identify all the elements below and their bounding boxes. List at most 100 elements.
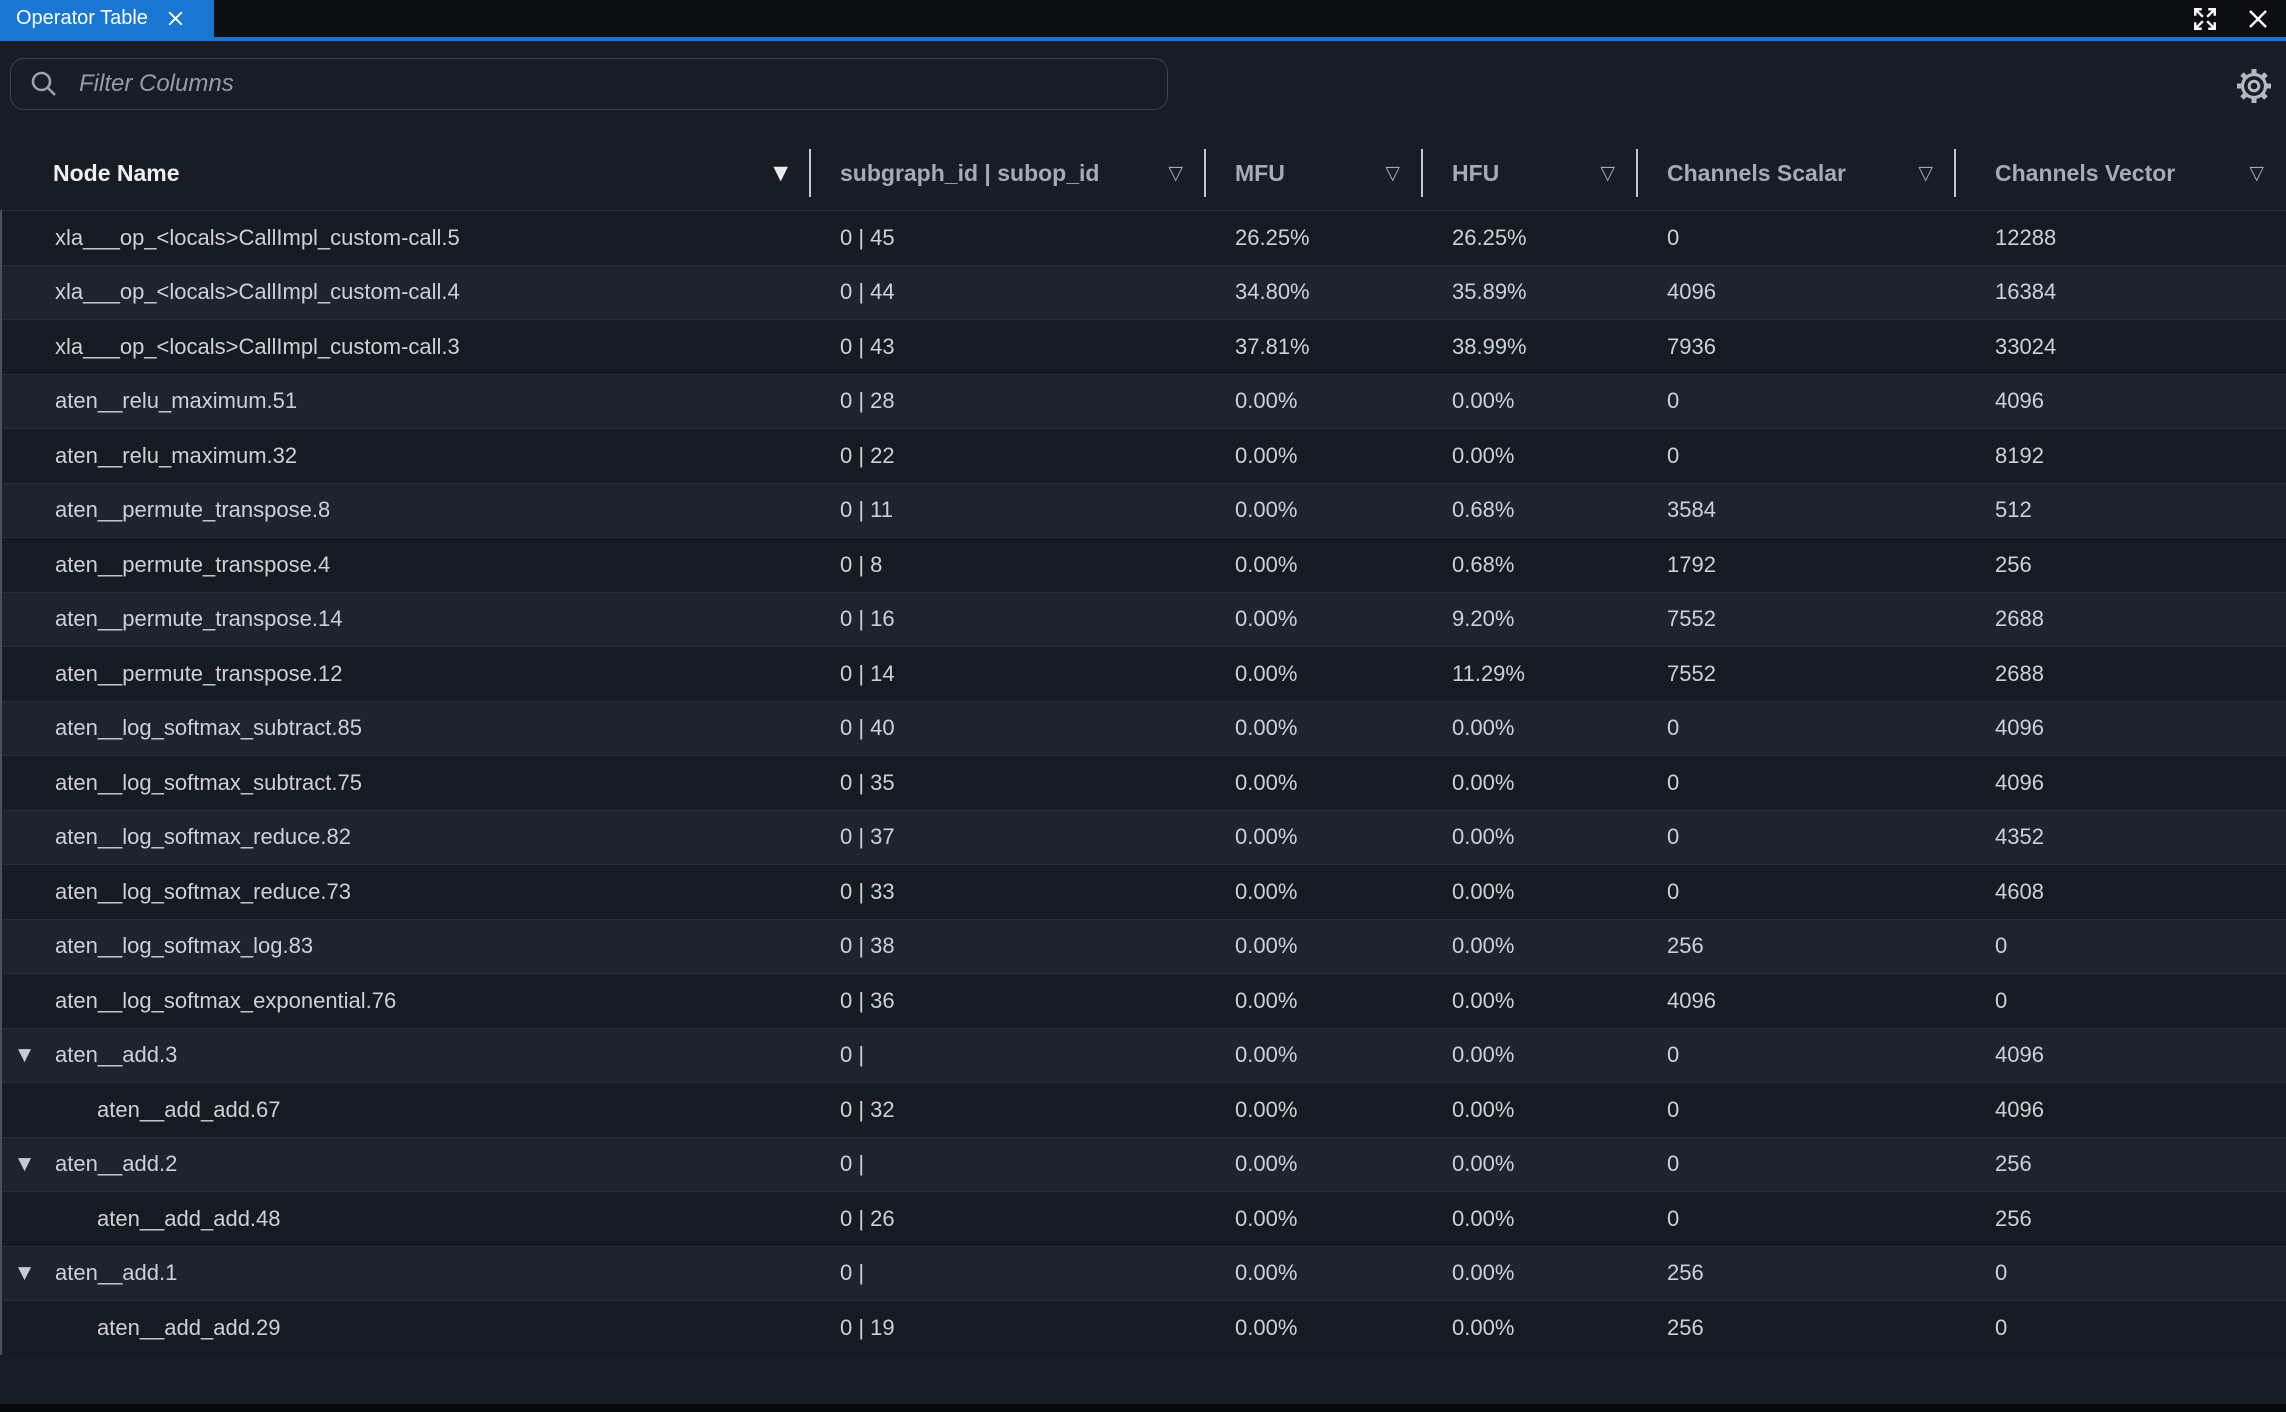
column-header-hfu[interactable]: HFU ▽ (1422, 136, 1637, 210)
table-row[interactable]: aten__log_softmax_subtract.850 | 400.00%… (2, 701, 2286, 756)
hfu-cell: 35.89% (1422, 279, 1637, 305)
node-name-cell: aten__add_add.29 (2, 1315, 810, 1341)
channels-scalar-cell: 7552 (1637, 606, 1955, 632)
table-row[interactable]: aten__relu_maximum.510 | 280.00%0.00%040… (2, 374, 2286, 429)
channels-vector-cell: 256 (1955, 552, 2286, 578)
tab-operator-table[interactable]: Operator Table (0, 0, 214, 37)
filter-columns-box (10, 58, 1168, 110)
node-name: aten__log_softmax_reduce.82 (55, 824, 810, 850)
table-row[interactable]: aten__permute_transpose.140 | 160.00%9.2… (2, 592, 2286, 647)
column-header-subgraph-subop[interactable]: subgraph_id | subop_id ▽ (810, 136, 1205, 210)
subgraph-subop-cell: 0 | 36 (810, 988, 1205, 1014)
channels-scalar-cell: 256 (1637, 933, 1955, 959)
mfu-cell: 0.00% (1205, 552, 1422, 578)
node-name-cell: aten__add.3 (2, 1042, 810, 1068)
sort-triangle-icon[interactable]: ▽ (1600, 162, 1615, 184)
column-header-channels-scalar[interactable]: Channels Scalar ▽ (1637, 136, 1955, 210)
table-row[interactable]: aten__add_add.670 | 320.00%0.00%04096 (2, 1082, 2286, 1137)
subgraph-subop-cell: 0 | (810, 1151, 1205, 1177)
hfu-cell: 0.00% (1422, 770, 1637, 796)
subgraph-subop-cell: 0 | 32 (810, 1097, 1205, 1123)
node-name: aten__relu_maximum.32 (55, 443, 810, 469)
channels-vector-cell: 0 (1955, 1315, 2286, 1341)
node-name: aten__permute_transpose.4 (55, 552, 810, 578)
column-header-channels-vector[interactable]: Channels Vector ▽ (1955, 136, 2286, 210)
column-header-node-name[interactable]: Node Name ▼ (0, 136, 810, 210)
channels-scalar-cell: 3584 (1637, 497, 1955, 523)
channels-vector-cell: 0 (1955, 933, 2286, 959)
tab-label: Operator Table (16, 7, 148, 30)
close-icon[interactable] (2246, 7, 2270, 31)
node-name-cell: aten__add.2 (2, 1151, 810, 1177)
channels-vector-cell: 4096 (1955, 770, 2286, 796)
hfu-cell: 0.00% (1422, 988, 1637, 1014)
table-row[interactable]: xla___op_<locals>CallImpl_custom-call.30… (2, 319, 2286, 374)
node-name: xla___op_<locals>CallImpl_custom-call.5 (55, 225, 810, 251)
column-header-mfu[interactable]: MFU ▽ (1205, 136, 1422, 210)
table-row[interactable]: aten__permute_transpose.80 | 110.00%0.68… (2, 483, 2286, 538)
table-row[interactable]: aten__log_softmax_reduce.820 | 370.00%0.… (2, 810, 2286, 865)
table-row[interactable]: ▼aten__add.20 |0.00%0.00%0256 (2, 1137, 2286, 1192)
sort-triangle-icon[interactable]: ▽ (1918, 162, 1933, 184)
mfu-cell: 0.00% (1205, 443, 1422, 469)
channels-vector-cell: 33024 (1955, 334, 2286, 360)
fullscreen-icon[interactable] (2192, 6, 2218, 32)
mfu-cell: 0.00% (1205, 715, 1422, 741)
node-name: aten__log_softmax_subtract.85 (55, 715, 810, 741)
table-row[interactable]: aten__add_add.480 | 260.00%0.00%0256 (2, 1191, 2286, 1246)
channels-vector-cell: 4352 (1955, 824, 2286, 850)
subgraph-subop-cell: 0 | 19 (810, 1315, 1205, 1341)
row-expander-icon[interactable]: ▼ (18, 1045, 31, 1065)
table-row[interactable]: xla___op_<locals>CallImpl_custom-call.40… (2, 265, 2286, 320)
subgraph-subop-cell: 0 | 26 (810, 1206, 1205, 1232)
channels-scalar-cell: 0 (1637, 225, 1955, 251)
channels-vector-cell: 0 (1955, 988, 2286, 1014)
column-divider (1421, 149, 1423, 197)
table-row[interactable]: aten__log_softmax_reduce.730 | 330.00%0.… (2, 864, 2286, 919)
sort-triangle-icon[interactable]: ▽ (2249, 162, 2264, 184)
table-row[interactable]: aten__permute_transpose.120 | 140.00%11.… (2, 646, 2286, 701)
node-name-cell: aten__log_softmax_log.83 (2, 933, 810, 959)
channels-vector-cell: 16384 (1955, 279, 2286, 305)
node-name-cell: aten__permute_transpose.4 (2, 552, 810, 578)
table-header: Node Name ▼ subgraph_id | subop_id ▽ MFU… (0, 136, 2286, 210)
node-name: xla___op_<locals>CallImpl_custom-call.4 (55, 279, 810, 305)
sort-triangle-icon[interactable]: ▽ (1385, 162, 1400, 184)
node-name-cell: aten__add.1 (2, 1260, 810, 1286)
tab-close-icon[interactable] (166, 9, 185, 28)
subgraph-subop-cell: 0 | 38 (810, 933, 1205, 959)
gear-icon (2234, 66, 2274, 106)
hfu-cell: 0.00% (1422, 824, 1637, 850)
table-row[interactable]: aten__log_softmax_log.830 | 380.00%0.00%… (2, 919, 2286, 974)
filter-columns-input[interactable] (77, 69, 1149, 99)
channels-scalar-cell: 0 (1637, 879, 1955, 905)
channels-scalar-cell: 0 (1637, 1097, 1955, 1123)
node-name-cell: aten__log_softmax_exponential.76 (2, 988, 810, 1014)
table-row[interactable]: xla___op_<locals>CallImpl_custom-call.5 0… (2, 210, 2286, 265)
sort-triangle-icon[interactable]: ▼ (773, 162, 788, 184)
table-row[interactable]: aten__add_add.290 | 190.00%0.00%2560 (2, 1300, 2286, 1355)
hfu-cell: 0.00% (1422, 1206, 1637, 1232)
hfu-cell: 11.29% (1422, 661, 1637, 687)
table-row[interactable]: aten__permute_transpose.40 | 80.00%0.68%… (2, 537, 2286, 592)
channels-scalar-cell: 256 (1637, 1260, 1955, 1286)
table-row[interactable]: ▼aten__add.30 |0.00%0.00%04096 (2, 1028, 2286, 1083)
mfu-cell: 37.81% (1205, 334, 1422, 360)
sort-triangle-icon[interactable]: ▽ (1168, 162, 1183, 184)
node-name-cell: aten__log_softmax_subtract.85 (2, 715, 810, 741)
settings-button[interactable] (2232, 64, 2276, 108)
table-row[interactable]: aten__log_softmax_exponential.760 | 36 0.… (2, 973, 2286, 1028)
table-row[interactable]: aten__log_softmax_subtract.750 | 350.00%… (2, 755, 2286, 810)
column-divider (1636, 149, 1638, 197)
node-name: aten__add.1 (55, 1260, 810, 1286)
row-expander-icon[interactable]: ▼ (18, 1263, 31, 1283)
table-row[interactable]: ▼aten__add.10 |0.00%0.00%2560 (2, 1246, 2286, 1301)
column-divider (809, 149, 811, 197)
channels-vector-cell: 4096 (1955, 1097, 2286, 1123)
table-row[interactable]: aten__relu_maximum.320 | 220.00%0.00%081… (2, 428, 2286, 483)
subgraph-subop-cell: 0 | (810, 1260, 1205, 1286)
hfu-cell: 0.00% (1422, 1042, 1637, 1068)
node-name: aten__log_softmax_subtract.75 (55, 770, 810, 796)
row-expander-icon[interactable]: ▼ (18, 1154, 31, 1174)
channels-vector-cell: 256 (1955, 1151, 2286, 1177)
